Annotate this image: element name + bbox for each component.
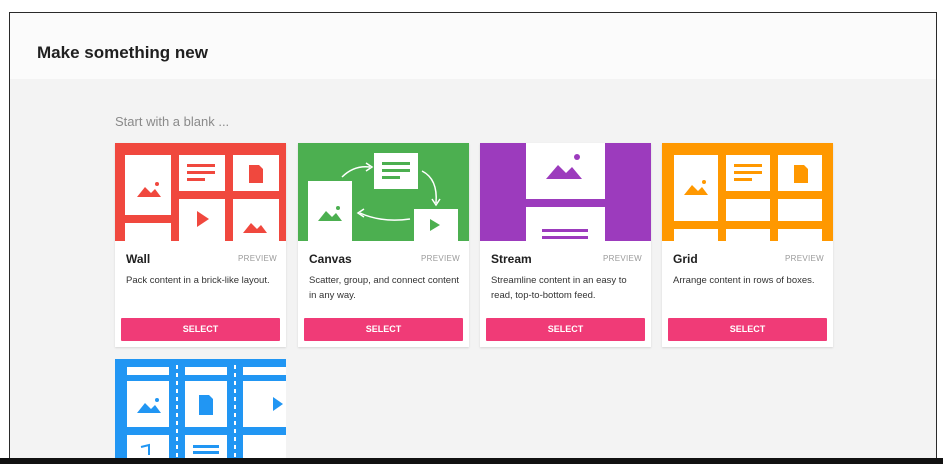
select-button[interactable]: SELECT [668,318,827,341]
wall-thumbnail [115,143,286,241]
taskbar [0,458,943,464]
shelf-thumbnail [115,359,286,459]
stream-thumbnail [480,143,651,241]
card-name: Grid [673,252,698,266]
select-button[interactable]: SELECT [121,318,280,341]
dialog-subtitle: Start with a blank ... [115,114,230,129]
preview-link[interactable]: PREVIEW [238,254,277,263]
layout-card-canvas[interactable]: Canvas PREVIEW Scatter, group, and conne… [298,143,469,347]
card-description: Scatter, group, and connect content in a… [309,275,459,301]
dialog-header: Make something new [10,13,936,79]
select-button[interactable]: SELECT [304,318,463,341]
layout-card-grid[interactable]: Grid PREVIEW Arrange content in rows of … [662,143,833,347]
canvas-thumbnail [298,143,469,241]
card-name: Canvas [309,252,352,266]
preview-link[interactable]: PREVIEW [421,254,460,263]
layout-card-wall[interactable]: Wall PREVIEW Pack content in a brick-lik… [115,143,286,347]
card-name: Stream [491,252,532,266]
card-description: Streamline content in an easy to read, t… [491,275,627,301]
card-description: Pack content in a brick-like layout. [126,275,270,286]
dialog-title: Make something new [37,43,208,62]
layout-card-shelf[interactable] [115,359,286,459]
card-name: Wall [126,252,151,266]
preview-link[interactable]: PREVIEW [785,254,824,263]
preview-link[interactable]: PREVIEW [603,254,642,263]
grid-thumbnail [662,143,833,241]
select-button[interactable]: SELECT [486,318,645,341]
layout-card-stream[interactable]: Stream PREVIEW Streamline content in an … [480,143,651,347]
new-padlet-dialog: Make something new Start with a blank ..… [9,12,937,460]
card-description: Arrange content in rows of boxes. [673,275,815,286]
